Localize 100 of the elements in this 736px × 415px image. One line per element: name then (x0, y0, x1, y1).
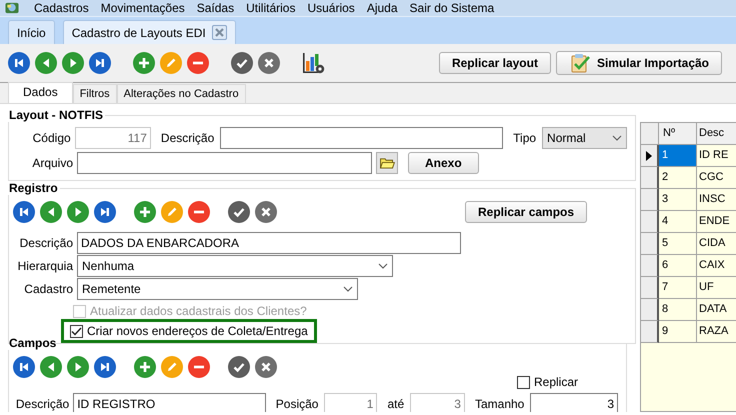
previous-record-button[interactable] (40, 201, 62, 223)
table-cell: CAIX (697, 255, 736, 277)
replicate-fields-button[interactable]: Replicar campos (465, 201, 588, 223)
x-icon (259, 360, 273, 374)
input-field[interactable]: 3 (530, 393, 618, 412)
input-field[interactable] (77, 152, 372, 174)
attach-button[interactable]: Anexo (408, 152, 479, 174)
input-field[interactable]: 3 (410, 393, 465, 412)
skip-forward-icon (93, 56, 107, 70)
table-cell: UF (697, 277, 736, 299)
input-field[interactable]: 117 (74, 127, 151, 149)
confirm-button[interactable] (228, 356, 250, 378)
table-cell: 1 (659, 145, 697, 167)
menu-item[interactable]: Movimentações (94, 0, 191, 16)
tab[interactable]: Dados (8, 82, 73, 103)
skip-forward-icon (98, 360, 112, 374)
dropdown[interactable]: Normal (542, 127, 628, 149)
menu-item[interactable]: Cadastros (28, 0, 95, 16)
group-title: Layout - NOTFIS (8, 108, 104, 122)
row-header[interactable] (641, 255, 659, 277)
dropdown[interactable]: Nenhuma (77, 255, 393, 277)
menu-item[interactable]: Utilitários (240, 0, 302, 16)
input-field[interactable]: ID REGISTRO (73, 393, 266, 412)
group-title: Campos (8, 336, 58, 350)
add-button[interactable] (134, 356, 156, 378)
checkbox[interactable]: Criar novos endereços de Coleta/Entrega (68, 323, 310, 339)
field-label: Tamanho (474, 397, 526, 411)
chart-settings-icon (302, 51, 326, 75)
confirm-button[interactable] (231, 52, 253, 74)
field-label: até (386, 397, 406, 411)
field-label: Arquivo (31, 156, 73, 170)
skip-back-icon (17, 360, 31, 374)
table-cell: CIDA (697, 233, 736, 255)
previous-record-button[interactable] (35, 52, 57, 74)
previous-record-button[interactable] (40, 356, 62, 378)
checkbox[interactable]: Replicar (514, 374, 580, 390)
app-icon (4, 1, 20, 15)
menu-item[interactable]: Usuários (301, 0, 361, 16)
delete-button[interactable] (187, 52, 209, 74)
row-header[interactable] (641, 299, 659, 321)
input-field[interactable]: 1 (324, 393, 378, 412)
dropdown[interactable]: Remetente (77, 278, 358, 300)
cancel-button[interactable] (258, 52, 280, 74)
tab[interactable]: Filtros (72, 84, 117, 103)
next-record-button[interactable] (62, 52, 84, 74)
table-cell: CGC (697, 167, 736, 189)
row-header[interactable] (641, 277, 659, 299)
menu-item[interactable]: Sair do Sistema (404, 0, 500, 16)
input-field[interactable] (220, 127, 504, 149)
delete-button[interactable] (188, 356, 210, 378)
delete-button[interactable] (188, 201, 210, 223)
last-record-button[interactable] (94, 356, 116, 378)
x-icon (262, 56, 276, 70)
document-tab[interactable]: Início (8, 20, 55, 44)
menu-item[interactable]: Saídas (190, 0, 240, 16)
group-title: Registro (8, 181, 59, 195)
row-header[interactable] (641, 145, 659, 167)
confirm-button[interactable] (228, 201, 250, 223)
row-header[interactable] (641, 189, 659, 211)
next-record-button[interactable] (67, 356, 89, 378)
next-record-button[interactable] (67, 201, 89, 223)
menu-item[interactable]: Ajuda (360, 0, 404, 16)
skip-back-icon (17, 205, 31, 219)
action-button[interactable]: Replicar layout (438, 52, 551, 74)
first-record-button[interactable] (8, 52, 30, 74)
plus-icon (138, 205, 152, 219)
pencil-icon (165, 205, 179, 219)
pencil-icon (164, 56, 178, 70)
row-header[interactable] (641, 211, 659, 233)
plus-icon (138, 360, 152, 374)
column-header[interactable]: Nº (659, 123, 697, 145)
last-record-button[interactable] (94, 201, 116, 223)
pencil-icon (165, 360, 179, 374)
row-header[interactable] (641, 321, 659, 343)
first-record-button[interactable] (13, 356, 35, 378)
table-cell: 8 (659, 299, 697, 321)
row-header[interactable] (641, 233, 659, 255)
input-field[interactable]: DADOS DA ENBARCADORA (77, 232, 461, 254)
folder-icon (379, 157, 395, 169)
column-header[interactable]: Desc (697, 123, 736, 145)
folder-button[interactable] (376, 152, 398, 174)
first-record-button[interactable] (13, 201, 35, 223)
last-record-button[interactable] (89, 52, 111, 74)
table-cell: 4 (659, 211, 697, 233)
add-button[interactable] (134, 201, 156, 223)
action-button[interactable]: Simular Importação (556, 51, 722, 75)
field-label: Hierarquia (16, 259, 73, 273)
cancel-button[interactable] (255, 201, 277, 223)
caret-icon (343, 286, 353, 292)
tab[interactable]: Alterações no Cadastro (116, 84, 246, 103)
document-tab[interactable]: Cadastro de Layouts EDI (62, 20, 236, 44)
caret-icon (378, 263, 388, 269)
cancel-button[interactable] (255, 356, 277, 378)
table-cell: 6 (659, 255, 697, 277)
close-icon[interactable] (212, 25, 227, 40)
clipboard-check-icon (568, 53, 591, 73)
caret-icon (612, 135, 622, 141)
row-header[interactable] (641, 167, 659, 189)
add-button[interactable] (133, 52, 155, 74)
row-pointer-icon (646, 150, 652, 160)
